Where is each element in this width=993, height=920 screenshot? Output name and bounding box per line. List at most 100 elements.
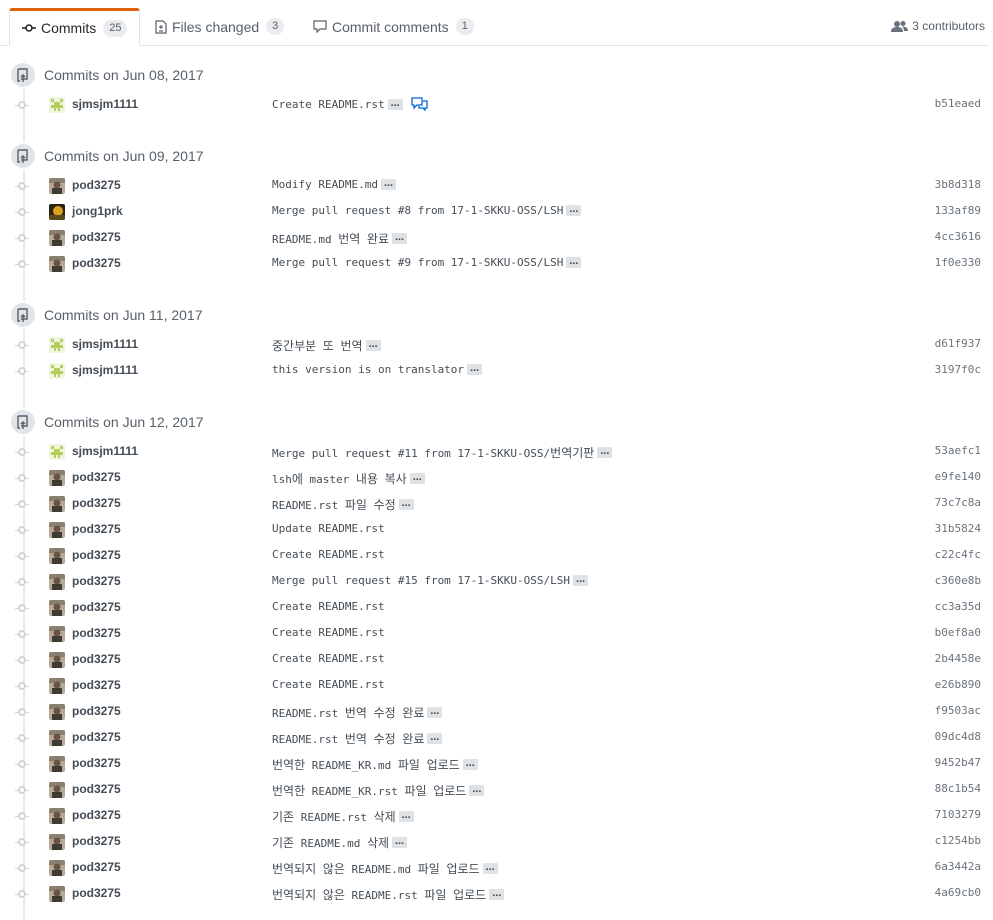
commit-sha-link[interactable]: 9452b47 bbox=[935, 756, 981, 769]
commit-message-link[interactable]: README.rst 번역 수정 완료… bbox=[272, 730, 443, 747]
commit-message-link[interactable]: 기존 README.md 삭제… bbox=[272, 834, 408, 851]
commit-author-link[interactable]: sjmsjm1111 bbox=[72, 97, 138, 111]
commit-author-link[interactable]: pod3275 bbox=[72, 860, 121, 874]
expand-message-button[interactable]: … bbox=[469, 785, 485, 796]
commit-sha-link[interactable]: 3b8d318 bbox=[935, 178, 981, 191]
tab-commit-comments[interactable]: Commit comments 1 bbox=[301, 8, 486, 45]
expand-message-button[interactable]: … bbox=[387, 98, 403, 110]
expand-message-button[interactable]: … bbox=[573, 575, 589, 586]
expand-message-button[interactable]: … bbox=[427, 733, 443, 744]
commit-message-link[interactable]: 번역되지 않은 README.rst 파일 업로드… bbox=[272, 886, 505, 903]
expand-message-button[interactable]: … bbox=[467, 364, 483, 375]
tab-files-changed[interactable]: Files changed 3 bbox=[143, 8, 296, 45]
commit-message-link[interactable]: Create README.rst bbox=[272, 548, 385, 561]
avatar[interactable] bbox=[49, 704, 65, 720]
avatar[interactable] bbox=[49, 626, 65, 642]
commit-message-link[interactable]: 번역한 README_KR.rst 파일 업로드… bbox=[272, 782, 485, 799]
avatar[interactable] bbox=[49, 470, 65, 486]
commit-author-link[interactable]: pod3275 bbox=[72, 230, 121, 244]
commit-message-link[interactable]: Create README.rst bbox=[272, 626, 385, 639]
commit-message-link[interactable]: 중간부분 또 번역… bbox=[272, 337, 381, 354]
commit-author-link[interactable]: pod3275 bbox=[72, 496, 121, 510]
commit-author-link[interactable]: pod3275 bbox=[72, 600, 121, 614]
avatar[interactable] bbox=[49, 730, 65, 746]
expand-message-button[interactable]: … bbox=[365, 340, 381, 351]
expand-message-button[interactable]: … bbox=[597, 447, 613, 458]
commit-author-link[interactable]: pod3275 bbox=[72, 730, 121, 744]
commit-sha-link[interactable]: 88c1b54 bbox=[935, 782, 981, 795]
expand-message-button[interactable]: … bbox=[392, 837, 408, 848]
commit-author-link[interactable]: jong1prk bbox=[72, 204, 123, 218]
commit-sha-link[interactable]: e9fe140 bbox=[935, 470, 981, 483]
commit-sha-link[interactable]: 133af89 bbox=[935, 204, 981, 217]
commit-message-link[interactable]: Create README.rst bbox=[272, 600, 385, 613]
avatar[interactable] bbox=[49, 256, 65, 272]
commit-sha-link[interactable]: b51eaed bbox=[935, 97, 981, 110]
commit-message-link[interactable]: 기존 README.rst 삭제… bbox=[272, 808, 414, 825]
commit-message-link[interactable]: Create README.rst bbox=[272, 652, 385, 665]
commit-sha-link[interactable]: 4cc3616 bbox=[935, 230, 981, 243]
commit-sha-link[interactable]: 09dc4d8 bbox=[935, 730, 981, 743]
commit-sha-link[interactable]: 2b4458e bbox=[935, 652, 981, 665]
expand-message-button[interactable]: … bbox=[398, 499, 414, 510]
commit-author-link[interactable]: sjmsjm1111 bbox=[72, 444, 138, 458]
expand-message-button[interactable]: … bbox=[566, 205, 582, 216]
expand-message-button[interactable]: … bbox=[489, 889, 505, 900]
commit-message-link[interactable]: this version is on translator… bbox=[272, 363, 483, 376]
commit-message-link[interactable]: Merge pull request #9 from 17-1-SKKU-OSS… bbox=[272, 256, 582, 269]
commit-author-link[interactable]: sjmsjm1111 bbox=[72, 363, 138, 377]
commit-author-link[interactable]: pod3275 bbox=[72, 470, 121, 484]
expand-message-button[interactable]: … bbox=[409, 473, 425, 484]
commit-message-link[interactable]: README.md 번역 완료… bbox=[272, 230, 408, 247]
avatar[interactable] bbox=[49, 834, 65, 850]
commit-message-link[interactable]: Create README.rst bbox=[272, 678, 385, 691]
commit-author-link[interactable]: pod3275 bbox=[72, 574, 121, 588]
avatar[interactable] bbox=[49, 574, 65, 590]
commit-author-link[interactable]: pod3275 bbox=[72, 756, 121, 770]
avatar[interactable] bbox=[49, 808, 65, 824]
commit-message-link[interactable]: 번역되지 않은 README.md 파일 업로드… bbox=[272, 860, 498, 877]
commit-sha-link[interactable]: 4a69cb0 bbox=[935, 886, 981, 899]
commit-message-link[interactable]: 번역한 README_KR.md 파일 업로드… bbox=[272, 756, 478, 773]
commit-message-link[interactable]: lsh에 master 내용 복사… bbox=[272, 470, 425, 487]
avatar[interactable] bbox=[49, 204, 65, 220]
commit-sha-link[interactable]: e26b890 bbox=[935, 678, 981, 691]
tab-commits[interactable]: Commits 25 bbox=[9, 8, 141, 46]
avatar[interactable] bbox=[49, 886, 65, 902]
commit-author-link[interactable]: sjmsjm1111 bbox=[72, 337, 138, 351]
avatar[interactable] bbox=[49, 782, 65, 798]
avatar[interactable] bbox=[49, 548, 65, 564]
commit-author-link[interactable]: pod3275 bbox=[72, 522, 121, 536]
avatar[interactable] bbox=[49, 444, 65, 460]
commit-sha-link[interactable]: 73c7c8a bbox=[935, 496, 981, 509]
commit-sha-link[interactable]: c1254bb bbox=[935, 834, 981, 847]
commit-sha-link[interactable]: 6a3442a bbox=[935, 860, 981, 873]
commit-sha-link[interactable]: f9503ac bbox=[935, 704, 981, 717]
commit-author-link[interactable]: pod3275 bbox=[72, 678, 121, 692]
avatar[interactable] bbox=[49, 860, 65, 876]
commit-message-link[interactable]: Merge pull request #15 from 17-1-SKKU-OS… bbox=[272, 574, 589, 587]
commit-message-link[interactable]: README.rst 번역 수정 완료… bbox=[272, 704, 443, 721]
commit-author-link[interactable]: pod3275 bbox=[72, 834, 121, 848]
avatar[interactable] bbox=[49, 97, 65, 113]
avatar[interactable] bbox=[49, 678, 65, 694]
commit-message-link[interactable]: Modify README.md… bbox=[272, 178, 396, 191]
commit-message-link[interactable]: Create README.rst… bbox=[272, 97, 428, 111]
expand-message-button[interactable]: … bbox=[566, 257, 582, 268]
commit-author-link[interactable]: pod3275 bbox=[72, 652, 121, 666]
avatar[interactable] bbox=[49, 522, 65, 538]
commit-sha-link[interactable]: d61f937 bbox=[935, 337, 981, 350]
commit-sha-link[interactable]: 7103279 bbox=[935, 808, 981, 821]
commit-sha-link[interactable]: cc3a35d bbox=[935, 600, 981, 613]
contributors-link[interactable]: 3 contributors bbox=[891, 19, 985, 33]
avatar[interactable] bbox=[49, 230, 65, 246]
avatar[interactable] bbox=[49, 363, 65, 379]
expand-message-button[interactable]: … bbox=[380, 179, 396, 190]
commit-sha-link[interactable]: 31b5824 bbox=[935, 522, 981, 535]
avatar[interactable] bbox=[49, 178, 65, 194]
commit-author-link[interactable]: pod3275 bbox=[72, 886, 121, 900]
commit-author-link[interactable]: pod3275 bbox=[72, 256, 121, 270]
commit-message-link[interactable]: Merge pull request #11 from 17-1-SKKU-OS… bbox=[272, 444, 613, 461]
commit-sha-link[interactable]: 1f0e330 bbox=[935, 256, 981, 269]
commit-author-link[interactable]: pod3275 bbox=[72, 782, 121, 796]
